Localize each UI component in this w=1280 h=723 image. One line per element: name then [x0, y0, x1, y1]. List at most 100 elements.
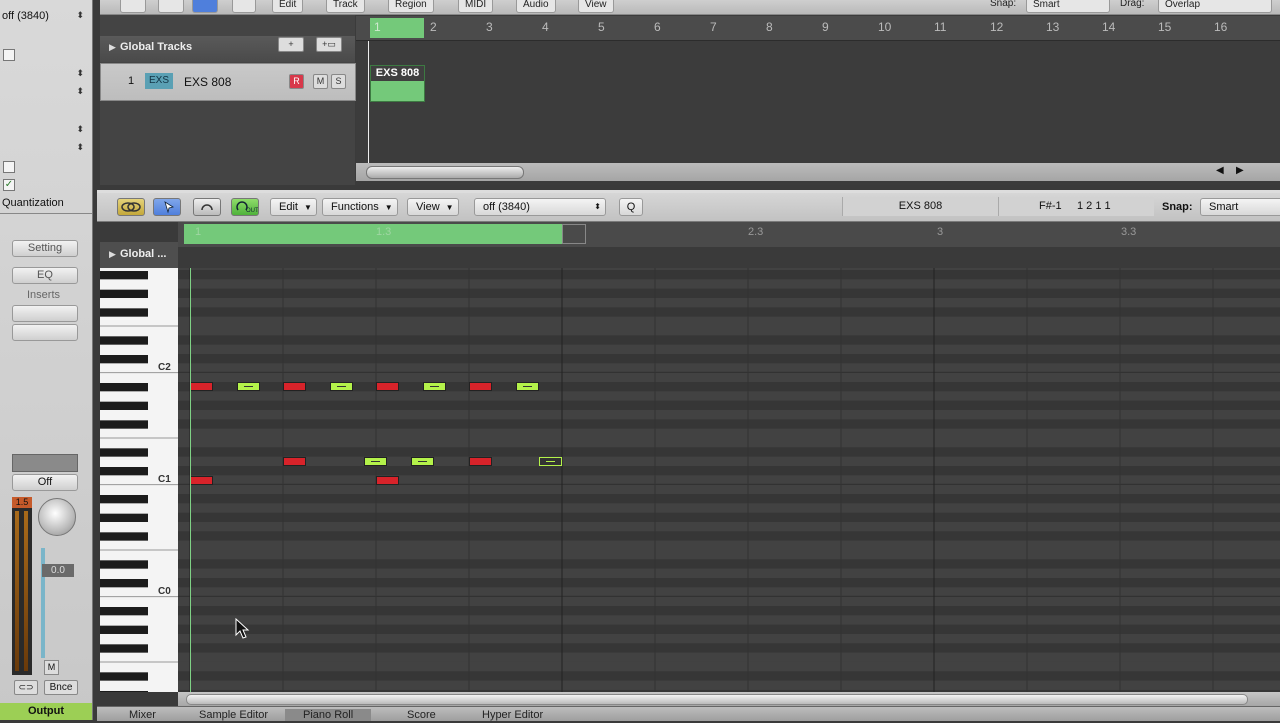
arrange-snap-select[interactable]: Smart — [1026, 0, 1110, 13]
checkbox-1[interactable] — [3, 49, 15, 61]
tab-score[interactable]: Score — [407, 709, 436, 721]
add-track-icon[interactable]: + — [278, 37, 304, 52]
midi-note[interactable] — [376, 382, 399, 392]
piano-keyboard[interactable]: C2 C1 C0 — [100, 268, 178, 692]
mute-button[interactable]: M — [44, 660, 59, 675]
quantize-select[interactable]: off (3840) ⬍ — [0, 10, 92, 26]
track-solo-button[interactable]: S — [331, 74, 346, 89]
scroll-thumb[interactable] — [186, 694, 1248, 705]
midi-note[interactable] — [422, 382, 446, 392]
piano-roll-edit-menu[interactable]: Edit ▼ — [270, 198, 317, 216]
arrange-audio-menu[interactable]: Audio — [516, 0, 556, 13]
setting-button[interactable]: Setting — [12, 240, 78, 257]
piano-roll-global-tracks[interactable]: ▶ Global ... — [100, 242, 178, 268]
tab-sample-editor[interactable]: Sample Editor — [199, 709, 268, 721]
disclosure-triangle-icon[interactable]: ▶ — [109, 42, 116, 53]
track-mute-button[interactable]: M — [313, 74, 328, 89]
off-button[interactable]: Off — [12, 474, 78, 491]
bar-number: 1 — [374, 20, 381, 34]
arrange-drag-select[interactable]: Overlap — [1158, 0, 1272, 13]
stepper-icon[interactable]: ⬍ — [76, 124, 84, 135]
note-grid[interactable] — [178, 268, 1280, 692]
volume-value[interactable]: 0.0 — [42, 564, 74, 577]
scroll-thumb[interactable] — [366, 166, 524, 179]
tab-hyper-editor[interactable]: Hyper Editor — [482, 709, 543, 721]
midi-note[interactable] — [329, 382, 353, 392]
midi-note[interactable] — [190, 475, 213, 485]
midi-note[interactable] — [283, 382, 306, 392]
insert-slot-2[interactable] — [12, 324, 78, 341]
tab-piano-roll[interactable]: Piano Roll — [285, 709, 372, 721]
record-enable-button[interactable]: R — [289, 74, 304, 89]
view-menu-label: View — [416, 201, 440, 213]
midi-note[interactable] — [515, 382, 539, 392]
arrange-edit-menu[interactable]: Edit — [272, 0, 304, 13]
inserts-label: Inserts — [27, 289, 61, 301]
piano-roll-functions-menu[interactable]: Functions ▼ — [322, 198, 398, 216]
stepper-icon[interactable]: ⬍ — [76, 86, 84, 97]
scroll-right-icon[interactable]: ▶ — [1236, 165, 1244, 176]
playhead[interactable] — [368, 41, 369, 163]
midi-note[interactable] — [364, 456, 388, 466]
midi-note[interactable] — [469, 456, 492, 466]
tool-button[interactable] — [120, 0, 146, 13]
stepper-icon[interactable]: ⬍ — [76, 142, 84, 153]
midi-in-icon[interactable] — [193, 198, 221, 216]
insert-slot-1[interactable] — [12, 305, 78, 322]
add-folder-icon[interactable]: +▭ — [316, 37, 342, 52]
midi-note[interactable] — [283, 456, 306, 466]
bar-number: 3 — [486, 20, 493, 34]
midi-note[interactable] — [538, 456, 562, 466]
arrange-bar-ruler[interactable]: 1 2 3 4 5 6 7 8 9 10 11 12 13 14 15 16 — [356, 16, 1280, 41]
checkbox-2[interactable] — [3, 161, 15, 173]
midi-note[interactable] — [410, 456, 434, 466]
playhead[interactable] — [190, 268, 191, 692]
output-label: Output — [0, 703, 92, 720]
track-row[interactable]: 1 EXS EXS 808 R M S — [100, 63, 356, 101]
link-icon[interactable] — [158, 0, 184, 13]
stepper-icon[interactable]: ⬍ — [76, 68, 84, 79]
io-slot[interactable] — [12, 454, 78, 472]
eq-button[interactable]: EQ — [12, 267, 78, 284]
notes-layer[interactable] — [178, 268, 1280, 692]
checkbox-checked[interactable]: ✓ — [3, 179, 15, 191]
bar-number: 2 — [430, 20, 437, 34]
midi-note[interactable] — [376, 475, 399, 485]
midi-note[interactable] — [190, 382, 213, 392]
link-icon[interactable]: ⊂⊃ — [14, 680, 38, 695]
tab-mixer[interactable]: Mixer — [129, 709, 156, 721]
meter-bar-right — [24, 511, 28, 671]
quantize-select[interactable]: off (3840) ⬍ — [474, 198, 606, 216]
arrange-track-area[interactable]: EXS 808 — [356, 41, 1280, 163]
midi-region[interactable]: EXS 808 — [370, 65, 425, 102]
snap-select[interactable]: Smart — [1200, 198, 1280, 216]
pointer-tool-icon[interactable] — [192, 0, 218, 13]
tool-button[interactable] — [232, 0, 256, 13]
track-name: EXS 808 — [184, 75, 232, 89]
position-note: F#-1 — [1039, 200, 1062, 212]
quantize-button[interactable]: Q — [619, 198, 643, 216]
arrange-track-menu[interactable]: Track — [326, 0, 365, 13]
ruler-label: 1.3 — [376, 226, 392, 238]
cycle-region[interactable] — [184, 224, 562, 244]
disclosure-triangle-icon[interactable]: ▶ — [109, 249, 116, 260]
scroll-left-icon[interactable]: ◀ — [1216, 165, 1224, 176]
link-icon[interactable] — [117, 198, 145, 216]
piano-roll-horizontal-scrollbar[interactable] — [178, 692, 1280, 706]
midi-note[interactable] — [236, 382, 260, 392]
stepper-icon[interactable]: ⬍ — [76, 10, 84, 21]
black-key — [100, 672, 148, 681]
piano-roll-ruler[interactable]: 1 1.3 2.3 3 3.3 — [178, 222, 1280, 247]
cycle-end-marker[interactable] — [562, 224, 586, 244]
arrange-view-menu[interactable]: View — [578, 0, 614, 13]
piano-roll-view-menu[interactable]: View ▼ — [407, 198, 459, 216]
global-tracks-row[interactable]: ▶ Global Tracks + +▭ — [100, 36, 355, 62]
arrange-region-menu[interactable]: Region — [388, 0, 434, 13]
arrange-horizontal-scrollbar[interactable]: ◀ ▶ — [356, 163, 1280, 181]
midi-out-icon[interactable]: OUT — [231, 198, 259, 216]
arrange-midi-menu[interactable]: MIDI — [458, 0, 494, 13]
bounce-button[interactable]: Bnce — [44, 680, 78, 695]
midi-note[interactable] — [469, 382, 492, 392]
catch-icon[interactable] — [153, 198, 181, 216]
pan-knob[interactable] — [38, 498, 76, 536]
